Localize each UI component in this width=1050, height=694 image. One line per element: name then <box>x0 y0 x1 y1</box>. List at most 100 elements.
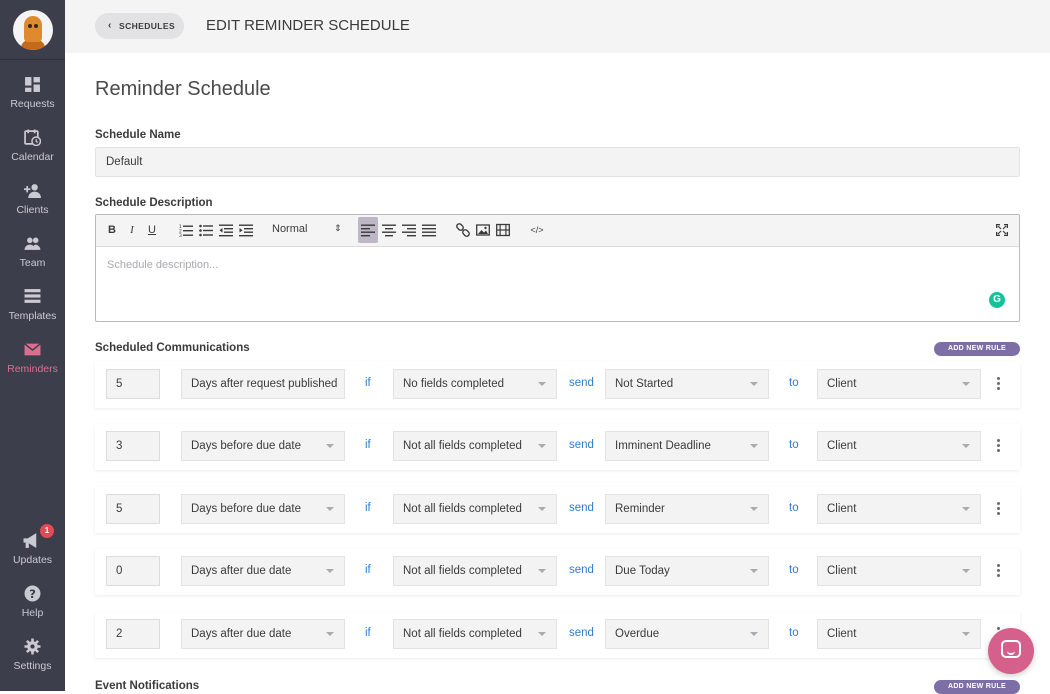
align-left-icon[interactable] <box>358 217 378 243</box>
page-title: EDIT REMINDER SCHEDULE <box>206 17 410 34</box>
rule-row: 5 Days after request published if No fie… <box>95 362 1020 408</box>
sidebar-item-label: Requests <box>10 98 55 110</box>
sidebar-item-clients[interactable]: Clients <box>0 178 65 228</box>
caret-down-icon <box>962 444 970 448</box>
caret-down-icon <box>326 444 334 448</box>
back-to-schedules-button[interactable]: ‹ SCHEDULES <box>95 13 184 39</box>
text-format-select[interactable]: Normal ⇕ <box>272 223 342 235</box>
grammarly-icon[interactable]: G <box>989 292 1005 308</box>
more-options-icon[interactable] <box>997 377 1003 392</box>
caret-down-icon <box>538 569 546 573</box>
recipient-select[interactable]: Client <box>817 494 981 524</box>
condition-select[interactable]: Not all fields completed <box>393 619 557 649</box>
megaphone-icon <box>23 533 37 548</box>
message-select[interactable]: Due Today <box>605 556 769 586</box>
recipient-select[interactable]: Client <box>817 431 981 461</box>
message-select[interactable]: Not Started <box>605 369 769 399</box>
image-icon[interactable] <box>476 223 490 237</box>
notification-badge: 1 <box>40 524 54 538</box>
rule-number-input[interactable]: 5 <box>106 494 160 524</box>
sidebar-item-settings[interactable]: Settings <box>0 634 65 684</box>
rule-number-input[interactable]: 3 <box>106 431 160 461</box>
caret-down-icon <box>750 507 758 511</box>
message-select-value: Reminder <box>615 503 665 515</box>
bullet-list-icon[interactable] <box>199 223 213 237</box>
caret-down-icon <box>538 444 546 448</box>
rule-row: 0 Days after due date if Not all fields … <box>95 549 1020 595</box>
outdent-icon[interactable] <box>219 223 233 237</box>
rule-number-input[interactable]: 2 <box>106 619 160 649</box>
sidebar-item-label: Templates <box>8 310 57 322</box>
message-select[interactable]: Overdue <box>605 619 769 649</box>
sidebar-item-label: Updates <box>12 554 53 566</box>
sidebar-item-templates[interactable]: Templates <box>0 284 65 334</box>
more-options-icon[interactable] <box>997 502 1003 517</box>
caret-down-icon <box>962 569 970 573</box>
sidebar-item-calendar[interactable]: Calendar <box>0 125 65 175</box>
chevron-left-icon: ‹ <box>108 20 112 31</box>
fullscreen-icon[interactable] <box>996 224 1008 236</box>
timing-select-value: Days before due date <box>191 503 301 515</box>
caret-down-icon <box>962 632 970 636</box>
schedule-name-input[interactable]: Default <box>95 147 1020 177</box>
video-icon[interactable] <box>496 223 510 237</box>
templates-icon <box>24 289 41 303</box>
ordered-list-icon[interactable]: 123 <box>179 223 193 237</box>
align-center-icon[interactable] <box>382 223 396 237</box>
bold-icon[interactable]: B <box>105 223 119 237</box>
more-options-icon[interactable] <box>997 439 1003 454</box>
sidebar-item-reminders[interactable]: Reminders <box>0 337 65 387</box>
timing-select[interactable]: Days before due date <box>181 431 345 461</box>
add-new-rule-button[interactable]: ADD NEW RULE <box>934 680 1020 694</box>
timing-select[interactable]: Days after due date <box>181 619 345 649</box>
sidebar-item-requests[interactable]: Requests <box>0 72 65 122</box>
message-select[interactable]: Reminder <box>605 494 769 524</box>
more-options-icon[interactable] <box>997 564 1003 579</box>
align-right-icon[interactable] <box>402 223 416 237</box>
if-keyword: if <box>365 627 371 639</box>
rule-number-input[interactable]: 5 <box>106 369 160 399</box>
rule-number-input[interactable]: 0 <box>106 556 160 586</box>
timing-select-value: Days after due date <box>191 565 292 577</box>
recipient-select[interactable]: Client <box>817 556 981 586</box>
avatar[interactable] <box>13 10 53 50</box>
indent-icon[interactable] <box>239 223 253 237</box>
underline-icon[interactable]: U <box>145 223 159 237</box>
condition-select[interactable]: Not all fields completed <box>393 556 557 586</box>
chat-launcher-button[interactable] <box>988 628 1034 674</box>
to-keyword: to <box>789 377 799 389</box>
to-keyword: to <box>789 439 799 451</box>
description-editor: B I U 123 Normal ⇕ </> Schedule descript… <box>95 214 1020 322</box>
condition-select[interactable]: Not all fields completed <box>393 494 557 524</box>
schedule-description-label: Schedule Description <box>95 197 213 209</box>
main-content: Reminder Schedule Schedule Name Default … <box>65 53 1050 694</box>
timing-select-value: Days after request published <box>191 378 338 390</box>
send-keyword: send <box>569 627 594 639</box>
sidebar-item-help[interactable]: ? Help <box>0 581 65 631</box>
recipient-select[interactable]: Client <box>817 369 981 399</box>
sidebar-item-updates[interactable]: 1 Updates <box>0 524 65 578</box>
timing-select[interactable]: Days after request published <box>181 369 345 399</box>
code-view-icon[interactable]: </> <box>530 223 544 237</box>
dashboard-icon <box>25 77 40 92</box>
editor-toolbar: B I U 123 Normal ⇕ </> <box>96 215 1019 247</box>
condition-select[interactable]: Not all fields completed <box>393 431 557 461</box>
description-input[interactable]: Schedule description... <box>107 259 218 271</box>
add-new-rule-button[interactable]: ADD NEW RULE <box>934 342 1020 356</box>
link-icon[interactable] <box>456 223 470 237</box>
timing-select[interactable]: Days before due date <box>181 494 345 524</box>
help-icon: ? <box>24 585 41 602</box>
sidebar-item-team[interactable]: Team <box>0 231 65 281</box>
svg-text:?: ? <box>29 587 36 601</box>
italic-icon[interactable]: I <box>125 223 139 237</box>
condition-select[interactable]: No fields completed <box>393 369 557 399</box>
recipient-select-value: Client <box>827 440 857 452</box>
align-justify-icon[interactable] <box>422 223 436 237</box>
timing-select[interactable]: Days after due date <box>181 556 345 586</box>
back-button-label: SCHEDULES <box>119 21 176 31</box>
recipient-select[interactable]: Client <box>817 619 981 649</box>
event-notifications-label: Event Notifications <box>95 680 200 692</box>
message-select[interactable]: Imminent Deadline <box>605 431 769 461</box>
sidebar: Requests Calendar Clients Team Templates… <box>0 0 65 691</box>
caret-down-icon <box>326 507 334 511</box>
